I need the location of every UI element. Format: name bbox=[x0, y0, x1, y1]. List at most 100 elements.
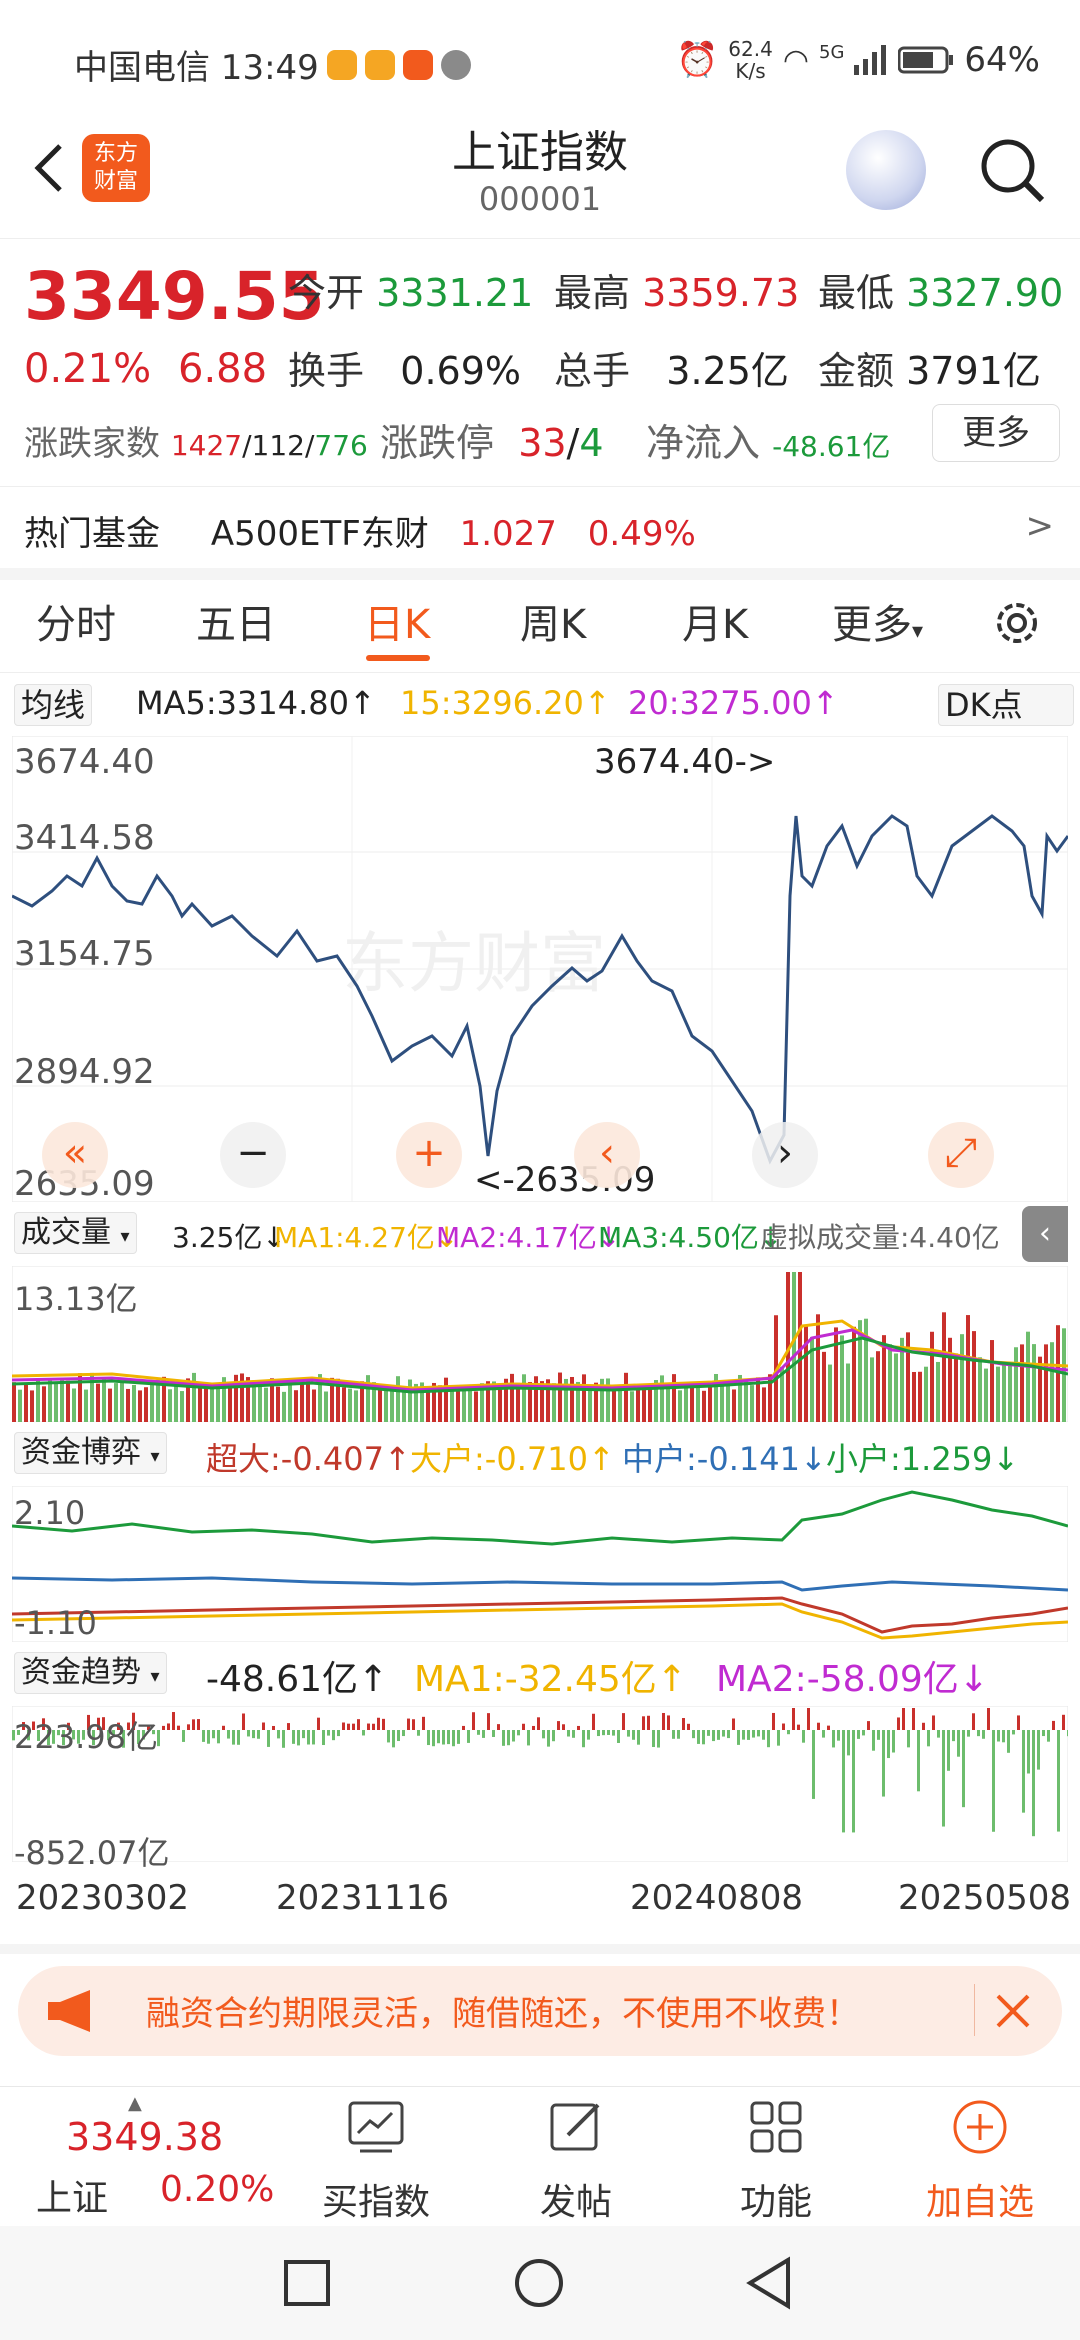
capital-trend-chart bbox=[12, 1706, 1068, 1862]
y-tick-2: 3414.58 bbox=[14, 818, 155, 858]
capital-trend-bar bbox=[362, 1730, 365, 1736]
volume-bar bbox=[834, 1327, 838, 1422]
bottom-index-name[interactable]: 上证 bbox=[36, 2169, 108, 2221]
volume-bar bbox=[462, 1390, 466, 1422]
capital-trend-bar bbox=[232, 1730, 235, 1745]
low-field: 最低 3327.90 bbox=[818, 271, 1064, 315]
capital-trend-bar bbox=[562, 1724, 565, 1730]
dk-point-button[interactable]: DK点 bbox=[938, 684, 1074, 726]
capital-trend-selector[interactable]: 资金趋势 ▾ bbox=[14, 1652, 167, 1694]
volume-bar bbox=[1020, 1344, 1024, 1422]
post-button[interactable]: 发帖 bbox=[496, 2087, 656, 2223]
more-button[interactable]: 更多 bbox=[932, 404, 1060, 462]
settings-gear-icon[interactable] bbox=[990, 596, 1044, 650]
capital-trend-bar bbox=[642, 1716, 645, 1730]
capital-trend-bar bbox=[207, 1730, 210, 1744]
volume-bar bbox=[732, 1389, 736, 1422]
add-watchlist-button[interactable]: 加自选 bbox=[900, 2087, 1060, 2223]
capital-trend-bar bbox=[247, 1730, 250, 1737]
ma-selector[interactable]: 均线 bbox=[14, 684, 93, 726]
capital-trend-bar bbox=[367, 1723, 370, 1730]
capital-trend-bar bbox=[592, 1713, 595, 1730]
capital-game-selector[interactable]: 资金博弈 ▾ bbox=[14, 1432, 167, 1474]
tab-weekly-k[interactable]: 周K bbox=[520, 592, 586, 650]
volume-bar bbox=[42, 1386, 46, 1422]
function-button[interactable]: 功能 bbox=[696, 2087, 856, 2223]
capital-trend-bar bbox=[332, 1730, 335, 1741]
capital-trend-bar bbox=[712, 1730, 715, 1742]
capital-game-top: 2.10 bbox=[14, 1494, 86, 1532]
volume-bar bbox=[138, 1390, 142, 1422]
scroll-left-icon[interactable]: ‹ bbox=[574, 1122, 640, 1188]
hot-fund-row[interactable]: 热门基金 A500ETF东财 1.027 0.49% > bbox=[24, 506, 1064, 555]
capital-trend-bar bbox=[512, 1730, 515, 1742]
volume-bar bbox=[804, 1324, 808, 1422]
volume-bar bbox=[744, 1381, 748, 1422]
capital-trend-bar bbox=[982, 1730, 985, 1739]
home-icon[interactable] bbox=[512, 2256, 566, 2310]
signal-bars-icon bbox=[854, 45, 887, 75]
volume-selector[interactable]: 成交量 ▾ bbox=[14, 1212, 137, 1254]
capital-trend-bar bbox=[1002, 1730, 1005, 1743]
volume-chart bbox=[12, 1266, 1068, 1422]
recent-apps-icon[interactable] bbox=[282, 2258, 332, 2308]
fullscreen-icon[interactable]: ⤢ bbox=[928, 1122, 994, 1188]
volume-bar bbox=[174, 1382, 178, 1422]
chevron-right-icon: > bbox=[1025, 506, 1055, 546]
zoom-in-icon[interactable]: + bbox=[396, 1122, 462, 1188]
bottom-index-pct[interactable]: 0.20% bbox=[160, 2169, 274, 2210]
volume-bar bbox=[912, 1371, 916, 1422]
capital-trend-bar bbox=[172, 1712, 175, 1730]
open-field: 今开 3331.21 bbox=[288, 271, 534, 315]
watermark: 东方财富 bbox=[342, 926, 606, 1000]
capital-trend-bar bbox=[217, 1730, 220, 1744]
capital-trend-bar bbox=[1042, 1730, 1045, 1737]
capital-trend-bar bbox=[392, 1730, 395, 1748]
capital-trend-bar bbox=[607, 1730, 610, 1735]
volume-bar bbox=[282, 1391, 286, 1422]
volume-bar bbox=[456, 1390, 460, 1422]
volume-bar bbox=[300, 1382, 304, 1422]
tab-intraday[interactable]: 分时 bbox=[36, 592, 116, 650]
megaphone-icon bbox=[48, 1990, 90, 2032]
volume-bar bbox=[720, 1383, 724, 1422]
capital-trend-bar bbox=[287, 1723, 290, 1730]
scroll-left-fast-icon[interactable]: « bbox=[42, 1122, 108, 1188]
volume-bar bbox=[288, 1380, 292, 1422]
capital-trend-bar bbox=[307, 1730, 310, 1745]
volume-bar bbox=[612, 1387, 616, 1422]
capital-trend-bar bbox=[757, 1730, 760, 1737]
scroll-right-icon[interactable]: › bbox=[752, 1122, 818, 1188]
kline-chart[interactable]: 东方财富 bbox=[12, 736, 1068, 1202]
capital-trend-bar bbox=[972, 1713, 975, 1730]
capital-trend-bar bbox=[1062, 1714, 1065, 1730]
add-circle-icon bbox=[953, 2100, 1007, 2154]
tab-monthly-k[interactable]: 月K bbox=[682, 592, 748, 650]
tab-more[interactable]: 更多▾ bbox=[832, 592, 923, 650]
bottom-index-value[interactable]: 3349.38 bbox=[66, 2115, 223, 2159]
y-tick-3: 3154.75 bbox=[14, 934, 155, 974]
capital-trend-bar bbox=[637, 1730, 640, 1745]
volume-bar bbox=[726, 1384, 730, 1422]
capital-trend-bar bbox=[942, 1730, 945, 1827]
tab-daily-k[interactable]: 日K bbox=[364, 592, 430, 650]
promo-text: 融资合约期限灵活，随借随还，不使用不收费！ bbox=[146, 1994, 860, 2034]
close-icon[interactable] bbox=[994, 1992, 1032, 2030]
back-nav-icon[interactable] bbox=[744, 2256, 794, 2310]
search-icon[interactable] bbox=[976, 134, 1048, 206]
tab-five-day[interactable]: 五日 bbox=[196, 592, 276, 650]
capital-trend-bar bbox=[767, 1730, 770, 1748]
buy-index-button[interactable]: 买指数 bbox=[296, 2087, 456, 2223]
super-large-flow: 超大:-0.407↑ bbox=[206, 1440, 411, 1478]
collapse-panel-icon[interactable]: ‹ bbox=[1022, 1206, 1068, 1262]
zoom-out-icon[interactable]: − bbox=[220, 1122, 286, 1188]
volume-bar bbox=[1032, 1344, 1036, 1422]
volume-bar bbox=[390, 1387, 394, 1422]
volume-bar bbox=[258, 1385, 262, 1422]
volume-bar bbox=[84, 1389, 88, 1422]
capital-trend-bar bbox=[617, 1730, 620, 1743]
capital-trend-bar bbox=[707, 1730, 710, 1736]
promo-banner[interactable]: 融资合约期限灵活，随借随还，不使用不收费！ bbox=[18, 1966, 1062, 2056]
robot-assistant-icon[interactable] bbox=[846, 130, 926, 210]
expand-up-icon[interactable]: ▲ bbox=[128, 2093, 142, 2114]
